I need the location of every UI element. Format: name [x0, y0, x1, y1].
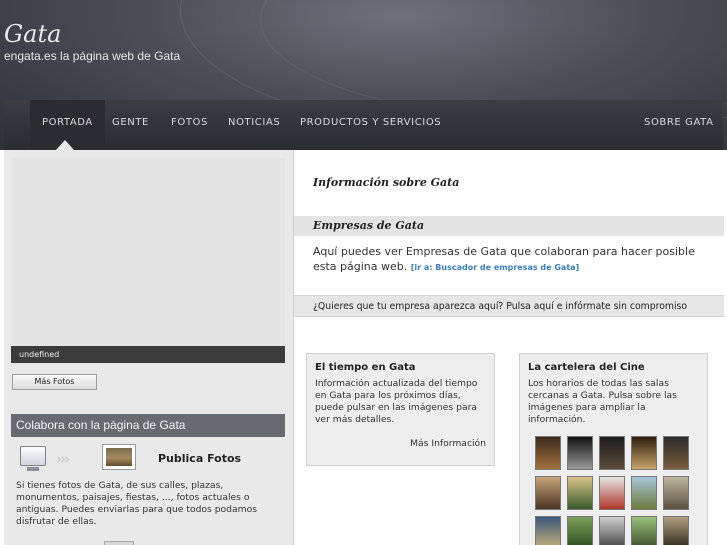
- cinema-box: La cartelera del Cine Los horarios de to…: [519, 353, 708, 545]
- weather-box: El tiempo en Gata Información actualizad…: [306, 353, 495, 466]
- photo-icon: [102, 444, 136, 470]
- cinema-title: La cartelera del Cine: [528, 362, 645, 373]
- weather-more-link[interactable]: Más Información: [410, 438, 486, 449]
- site-title[interactable]: Gata: [4, 20, 61, 48]
- site-header: Gata engata.es la página web de Gata POR…: [0, 0, 727, 150]
- right-column: Información sobre Gata Empresas de Gata …: [293, 150, 724, 545]
- empresas-description: Aquí puedes ver Empresas de Gata que col…: [313, 244, 708, 275]
- movie-poster[interactable]: [535, 516, 561, 545]
- movie-poster[interactable]: [535, 476, 561, 510]
- empresas-search-link[interactable]: [ir a: Buscador de empresas de Gata]: [411, 263, 579, 272]
- movie-poster[interactable]: [599, 476, 625, 510]
- movie-poster[interactable]: [663, 476, 689, 510]
- left-column: undefined Más Fotos Colabora con la pági…: [4, 150, 293, 545]
- cinema-text: Los horarios de todas las salas cercanas…: [528, 378, 677, 425]
- movie-poster[interactable]: [663, 436, 689, 470]
- quieres-bar[interactable]: ¿Quieres que tu empresa aparezca aquí? P…: [294, 295, 724, 317]
- nav-item-noticias[interactable]: NOTICIAS: [228, 100, 280, 148]
- movie-poster[interactable]: [599, 436, 625, 470]
- mas-fotos-button[interactable]: Más Fotos: [12, 374, 97, 390]
- colabora-heading: Colabora con la página de Gata: [11, 414, 285, 437]
- empresas-title: Empresas de Gata: [313, 219, 425, 232]
- movie-poster[interactable]: [631, 516, 657, 545]
- active-nav-indicator: [56, 140, 74, 150]
- arrows-icon: ›››: [56, 450, 70, 468]
- photo-gallery[interactable]: [12, 158, 285, 364]
- quieres-link[interactable]: ¿Quieres que tu empresa aparezca aquí? P…: [313, 301, 687, 312]
- nav-item-sobre-gata[interactable]: SOBRE GATA: [644, 100, 714, 148]
- main-nav: PORTADA GENTE FOTOS NOTICIAS PRODUCTOS Y…: [4, 100, 723, 150]
- nav-item-gente[interactable]: GENTE: [112, 100, 149, 148]
- movie-poster[interactable]: [567, 516, 593, 545]
- nav-item-fotos[interactable]: FOTOS: [171, 100, 208, 148]
- movie-poster[interactable]: [663, 516, 689, 545]
- info-title: Información sobre Gata: [313, 176, 460, 189]
- movie-poster[interactable]: [567, 476, 593, 510]
- movie-poster[interactable]: [631, 476, 657, 510]
- weather-title: El tiempo en Gata: [315, 362, 416, 373]
- weather-text: Información actualizada del tiempo en Ga…: [315, 378, 478, 425]
- site-tagline: engata.es la página web de Gata: [4, 49, 181, 63]
- movie-poster[interactable]: [599, 516, 625, 545]
- gallery-caption: undefined: [11, 346, 285, 363]
- publica-fotos-title[interactable]: Publica Fotos: [158, 452, 241, 465]
- nav-item-productos-servicios[interactable]: PRODUCTOS Y SERVICIOS: [300, 100, 441, 148]
- movie-poster[interactable]: [567, 436, 593, 470]
- publica-fotos-text: Si tienes fotos de Gata, de sus calles, …: [16, 480, 258, 527]
- empresas-heading-bar: Empresas de Gata: [294, 216, 724, 236]
- computer-icon: [20, 446, 46, 471]
- next-section-icon: [104, 541, 134, 545]
- movie-poster[interactable]: [535, 436, 561, 470]
- movie-poster[interactable]: [631, 436, 657, 470]
- publica-fotos-row[interactable]: ››› Publica Fotos: [18, 444, 278, 474]
